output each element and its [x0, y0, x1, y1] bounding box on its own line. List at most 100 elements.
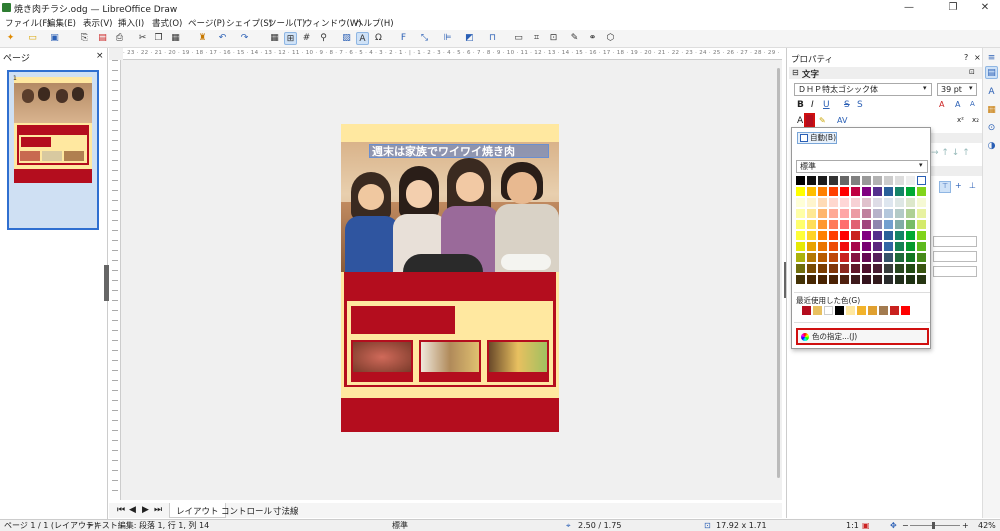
color-swatch[interactable] [873, 275, 882, 284]
color-swatch[interactable] [796, 231, 805, 240]
color-swatch[interactable] [906, 231, 915, 240]
color-swatch[interactable] [862, 253, 871, 262]
recent-color-swatch[interactable] [879, 306, 888, 315]
paragraph-align-icons[interactable]: → ↑ ↓ ↑ [931, 148, 970, 158]
color-swatch[interactable] [829, 187, 838, 196]
color-swatch[interactable] [873, 198, 882, 207]
underline-icon[interactable]: U [823, 100, 830, 110]
status-zoom[interactable]: 42% [978, 520, 996, 531]
color-swatch[interactable] [796, 209, 805, 218]
copy-icon[interactable]: ❐ [152, 32, 165, 45]
character-spacing-icon[interactable]: AV [837, 116, 847, 125]
color-swatch[interactable] [884, 264, 893, 273]
color-swatch[interactable] [906, 220, 915, 229]
italic-icon[interactable]: I [811, 100, 814, 110]
color-swatch[interactable] [873, 253, 882, 262]
color-swatch[interactable] [917, 176, 926, 185]
align-top-icon[interactable]: ⊤ [939, 181, 951, 193]
color-swatch[interactable] [862, 176, 871, 185]
color-swatch[interactable] [829, 275, 838, 284]
color-swatch[interactable] [840, 242, 849, 251]
recent-color-swatch[interactable] [890, 306, 899, 315]
zoom-in-icon[interactable]: + [962, 520, 969, 531]
color-swatch[interactable] [862, 264, 871, 273]
spacing-field-3[interactable] [933, 266, 977, 277]
export-pdf-icon[interactable]: ▤ [96, 32, 109, 45]
color-swatch[interactable] [917, 209, 926, 218]
color-swatch[interactable] [906, 253, 915, 262]
open-folder-icon[interactable]: ▭ [26, 32, 39, 45]
recent-color-swatch[interactable] [802, 306, 811, 315]
color-swatch[interactable] [840, 209, 849, 218]
save-icon[interactable]: ▣ [48, 32, 61, 45]
tab-dimension-lines[interactable]: 寸法線 [273, 505, 299, 517]
recent-colors-row[interactable] [796, 306, 928, 316]
color-swatch[interactable] [807, 220, 816, 229]
color-swatch[interactable] [851, 187, 860, 196]
color-swatch[interactable] [818, 275, 827, 284]
page-thumbnail[interactable]: 1 [7, 70, 99, 230]
food-photo-meat[interactable] [351, 340, 413, 382]
bold-icon[interactable]: B [797, 100, 804, 110]
menu-title-block[interactable] [351, 306, 455, 334]
color-swatch[interactable] [884, 198, 893, 207]
color-swatch[interactable] [906, 264, 915, 273]
color-swatch[interactable] [851, 275, 860, 284]
text-section-header[interactable]: ⊟ 文字 ⊡ [789, 67, 985, 80]
color-swatch[interactable] [840, 264, 849, 273]
selected-textbox[interactable]: 週末は家族でワイワイ焼き肉 [369, 144, 549, 158]
paragraph-section-header[interactable] [929, 133, 985, 143]
color-swatch[interactable] [895, 220, 904, 229]
color-swatch[interactable] [851, 253, 860, 262]
color-swatch[interactable] [829, 231, 838, 240]
color-swatch[interactable] [829, 209, 838, 218]
font-name-field[interactable]: ＤＨＰ特太ゴシック体 [794, 83, 932, 96]
shadow-text-icon[interactable]: S [857, 100, 863, 110]
paste-icon[interactable]: ▦ [169, 32, 182, 45]
color-swatch[interactable] [796, 198, 805, 207]
color-swatch[interactable] [829, 242, 838, 251]
color-swatch[interactable] [862, 242, 871, 251]
color-swatch[interactable] [851, 198, 860, 207]
minimize-button[interactable]: — [896, 0, 922, 15]
color-swatch[interactable] [862, 198, 871, 207]
helplines-icon[interactable]: ⊞ [284, 32, 297, 45]
color-swatch[interactable] [840, 176, 849, 185]
zoom-slider-thumb[interactable] [932, 522, 935, 529]
color-swatch[interactable] [906, 242, 915, 251]
color-swatch[interactable] [884, 242, 893, 251]
menu-help[interactable]: ヘルプ(H) [355, 17, 394, 29]
color-palette-grid[interactable] [796, 176, 928, 288]
align-bottom-icon[interactable]: ⊥ [969, 181, 976, 190]
properties-icon[interactable]: ▤ [985, 66, 998, 79]
arrange-icon[interactable]: ◩ [463, 32, 476, 45]
special-character-icon[interactable]: Ω [372, 32, 385, 45]
color-swatch[interactable] [906, 209, 915, 218]
export-icon[interactable]: ⎘ [78, 32, 91, 45]
color-swatch[interactable] [807, 264, 816, 273]
color-swatch[interactable] [851, 176, 860, 185]
color-swatch[interactable] [906, 187, 915, 196]
color-swatch[interactable] [829, 264, 838, 273]
color-swatch[interactable] [807, 231, 816, 240]
menu-insert[interactable]: 挿入(I) [118, 17, 144, 29]
color-swatch[interactable] [873, 187, 882, 196]
color-swatch[interactable] [796, 242, 805, 251]
color-swatch[interactable] [851, 264, 860, 273]
color-swatch[interactable] [895, 209, 904, 218]
color-swatch[interactable] [829, 253, 838, 262]
print-icon[interactable]: ⎙ [113, 32, 126, 45]
snap-grid-icon[interactable]: # [300, 32, 313, 45]
menu-page[interactable]: ページ(P) [188, 17, 225, 29]
recent-color-swatch[interactable] [824, 306, 833, 315]
color-swatch[interactable] [884, 187, 893, 196]
section-header[interactable] [929, 166, 985, 176]
chevron-down-icon[interactable]: ▾ [969, 84, 973, 92]
last-page-icon[interactable]: ⏭ [154, 505, 162, 515]
color-swatch[interactable] [906, 176, 915, 185]
zoom-icon[interactable]: ⚲ [317, 32, 330, 45]
color-swatch[interactable] [884, 275, 893, 284]
color-swatch[interactable] [895, 253, 904, 262]
align-center-icon[interactable]: + [955, 181, 962, 190]
grid-icon[interactable]: ▦ [268, 32, 281, 45]
